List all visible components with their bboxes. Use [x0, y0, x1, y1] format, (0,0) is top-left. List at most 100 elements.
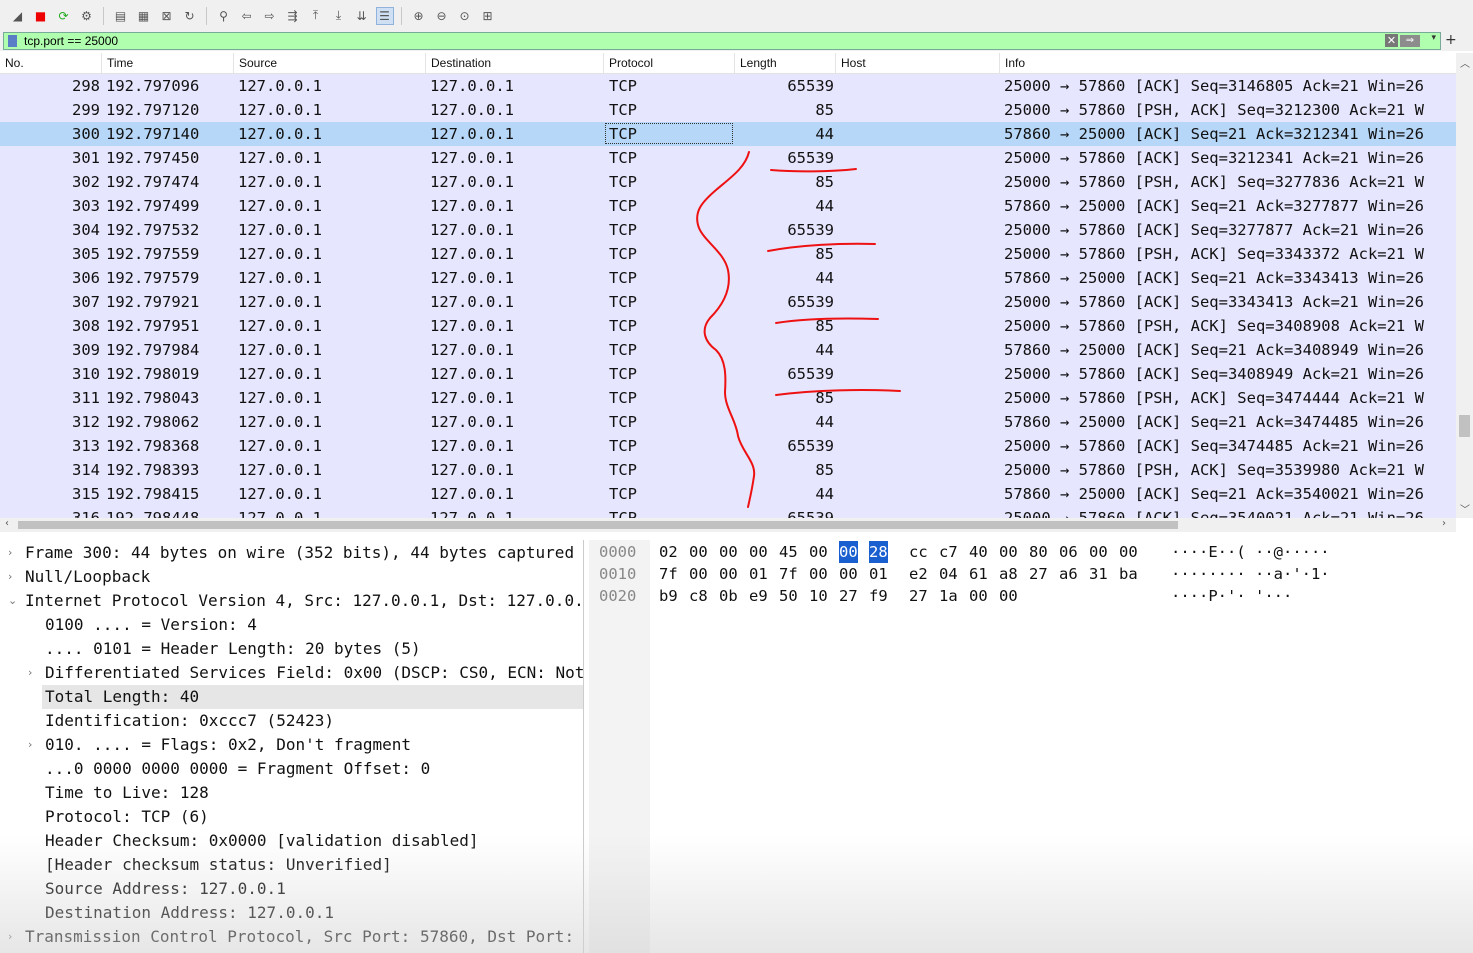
packet-row[interactable]: 302 192.797474 127.0.0.1 127.0.0.1 TCP 85 2500…	[0, 170, 1456, 194]
first-packet-icon[interactable]: ⤒	[307, 7, 325, 25]
byte-hex[interactable]: c8	[689, 585, 708, 607]
reload-icon[interactable]: ↻	[181, 7, 199, 25]
stop-icon[interactable]: ■	[32, 7, 50, 25]
byte-hex[interactable]: 01	[869, 563, 888, 585]
packet-row[interactable]: 309 192.797984 127.0.0.1 127.0.0.1 TCP 44 5786…	[0, 338, 1456, 362]
scroll-up-icon[interactable]: ︿	[1460, 55, 1470, 70]
packet-row[interactable]: 312 192.798062 127.0.0.1 127.0.0.1 TCP 44 5786…	[0, 410, 1456, 434]
options-icon[interactable]: ⚙	[78, 7, 96, 25]
detail-item[interactable]: › 010. .... = Flags: 0x2, Don't fragment	[0, 733, 583, 757]
byte-hex[interactable]: 00	[719, 541, 738, 563]
byte-hex[interactable]: f9	[869, 585, 888, 607]
byte-hex[interactable]: 06	[1059, 541, 1078, 563]
byte-hex[interactable]: 00	[689, 541, 708, 563]
zoom-normal-icon[interactable]: ⊙	[456, 7, 474, 25]
byte-hex[interactable]: 28	[869, 541, 888, 563]
byte-hex[interactable]: 50	[779, 585, 798, 607]
filter-history-dropdown-icon[interactable]: ▾	[1431, 33, 1436, 43]
detail-item[interactable]: › Differentiated Services Field: 0x00 (DS…	[0, 661, 583, 685]
byte-hex[interactable]: 00	[809, 541, 828, 563]
byte-hex[interactable]: 00	[1089, 541, 1108, 563]
expand-arrow-icon[interactable]: ›	[8, 541, 12, 565]
vertical-scroll-thumb[interactable]	[1459, 415, 1470, 437]
column-header-info[interactable]: Info	[999, 53, 1456, 73]
expand-arrow-icon[interactable]: ›	[28, 661, 32, 685]
packet-row[interactable]: 315 192.798415 127.0.0.1 127.0.0.1 TCP 44 5786…	[0, 482, 1456, 506]
byte-hex[interactable]: 00	[1119, 541, 1138, 563]
packet-row[interactable]: 298 192.797096 127.0.0.1 127.0.0.1 TCP 65539 2…	[0, 74, 1456, 98]
byte-hex[interactable]: e9	[749, 585, 768, 607]
packet-row[interactable]: 305 192.797559 127.0.0.1 127.0.0.1 TCP 85 2500…	[0, 242, 1456, 266]
zoom-out-icon[interactable]: ⊖	[433, 7, 451, 25]
packet-row[interactable]: 308 192.797951 127.0.0.1 127.0.0.1 TCP 85 2500…	[0, 314, 1456, 338]
byte-hex[interactable]: ba	[1119, 563, 1138, 585]
detail-item[interactable]: Source Address: 127.0.0.1	[0, 877, 583, 901]
scroll-left-icon[interactable]: ‹	[5, 518, 9, 529]
byte-hex[interactable]: 31	[1089, 563, 1108, 585]
byte-hex[interactable]: 00	[969, 585, 988, 607]
shark-fin-icon[interactable]: ◢	[9, 7, 27, 25]
find-icon[interactable]: ⚲	[215, 7, 233, 25]
apply-filter-button[interactable]: ⇒	[1400, 35, 1420, 47]
byte-hex[interactable]: 00	[689, 563, 708, 585]
byte-hex[interactable]: 27	[839, 585, 858, 607]
packet-row[interactable]: 299 192.797120 127.0.0.1 127.0.0.1 TCP 85 2500…	[0, 98, 1456, 122]
byte-hex[interactable]: 7f	[659, 563, 678, 585]
expand-arrow-icon[interactable]: ›	[8, 565, 12, 589]
restart-icon[interactable]: ⟳	[55, 7, 73, 25]
packet-row[interactable]: 304 192.797532 127.0.0.1 127.0.0.1 TCP 65539 2…	[0, 218, 1456, 242]
byte-ascii[interactable]: ····E··( ··@·····	[1171, 541, 1330, 563]
packet-row[interactable]: 310 192.798019 127.0.0.1 127.0.0.1 TCP 65539 2…	[0, 362, 1456, 386]
byte-hex[interactable]: 10	[809, 585, 828, 607]
byte-hex[interactable]: 01	[749, 563, 768, 585]
display-filter-input[interactable]	[24, 33, 1364, 49]
zoom-in-icon[interactable]: ⊕	[410, 7, 428, 25]
detail-item[interactable]: Total Length: 40	[42, 685, 583, 709]
collapse-arrow-icon[interactable]: ⌄	[8, 589, 17, 613]
byte-hex[interactable]: 0b	[719, 585, 738, 607]
detail-item[interactable]: [Header checksum status: Unverified]	[0, 853, 583, 877]
detail-item[interactable]: Identification: 0xccc7 (52423)	[0, 709, 583, 733]
column-header-no[interactable]: No.	[0, 53, 101, 73]
byte-hex[interactable]: 80	[1029, 541, 1048, 563]
detail-item[interactable]: › Null/Loopback	[0, 565, 583, 589]
byte-hex[interactable]: 27	[909, 585, 928, 607]
back-icon[interactable]: ⇦	[238, 7, 256, 25]
autoscroll-icon[interactable]: ⇊	[353, 7, 371, 25]
detail-item[interactable]: Time to Live: 128	[0, 781, 583, 805]
scroll-right-icon[interactable]: ›	[1442, 518, 1446, 529]
byte-hex[interactable]: c7	[939, 541, 958, 563]
packet-list-horizontal-scrollbar[interactable]: ‹ ›	[0, 518, 1456, 532]
detail-item[interactable]: 0100 .... = Version: 4	[0, 613, 583, 637]
open-icon[interactable]: ▤	[112, 7, 130, 25]
column-header-host[interactable]: Host	[835, 53, 999, 73]
byte-hex[interactable]: 04	[939, 563, 958, 585]
close-file-icon[interactable]: ⊠	[158, 7, 176, 25]
byte-hex[interactable]: b9	[659, 585, 678, 607]
byte-hex[interactable]: 00	[809, 563, 828, 585]
byte-hex[interactable]: 00	[999, 541, 1018, 563]
packet-row[interactable]: 313 192.798368 127.0.0.1 127.0.0.1 TCP 65539 2…	[0, 434, 1456, 458]
detail-item[interactable]: Header Checksum: 0x0000 [validation disa…	[0, 829, 583, 853]
colorize-icon[interactable]: ☰	[375, 6, 394, 25]
byte-hex[interactable]: a8	[999, 563, 1018, 585]
detail-item[interactable]: Destination Address: 127.0.0.1	[0, 901, 583, 925]
column-header-length[interactable]: Length	[734, 53, 835, 73]
packet-row[interactable]: 314 192.798393 127.0.0.1 127.0.0.1 TCP 85 2500…	[0, 458, 1456, 482]
expand-arrow-icon[interactable]: ›	[8, 925, 12, 949]
byte-hex[interactable]: 61	[969, 563, 988, 585]
expand-arrow-icon[interactable]: ›	[28, 733, 32, 757]
byte-hex[interactable]: 45	[779, 541, 798, 563]
packet-row[interactable]: 301 192.797450 127.0.0.1 127.0.0.1 TCP 65539 2…	[0, 146, 1456, 170]
last-packet-icon[interactable]: ⤓	[330, 7, 348, 25]
packet-list-vertical-scrollbar[interactable]: ︿ ﹀	[1456, 53, 1473, 518]
column-header-time[interactable]: Time	[101, 53, 233, 73]
byte-hex[interactable]: 40	[969, 541, 988, 563]
byte-hex[interactable]: e2	[909, 563, 928, 585]
scroll-down-icon[interactable]: ﹀	[1460, 501, 1470, 516]
save-icon[interactable]: ▦	[135, 7, 153, 25]
byte-hex[interactable]: a6	[1059, 563, 1078, 585]
forward-icon[interactable]: ⇨	[261, 7, 279, 25]
resize-columns-icon[interactable]: ⊞	[479, 7, 497, 25]
packet-row[interactable]: 306 192.797579 127.0.0.1 127.0.0.1 TCP 44 5786…	[0, 266, 1456, 290]
